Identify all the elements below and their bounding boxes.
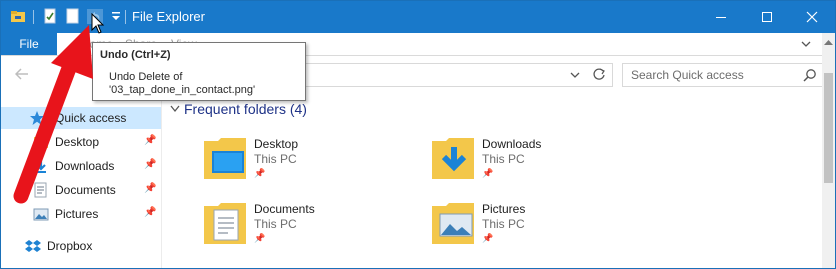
file-explorer-window: File Explorer File Home Share View: [0, 0, 836, 269]
annotation-arrow: [13, 25, 93, 204]
mouse-cursor-icon: [91, 13, 105, 34]
